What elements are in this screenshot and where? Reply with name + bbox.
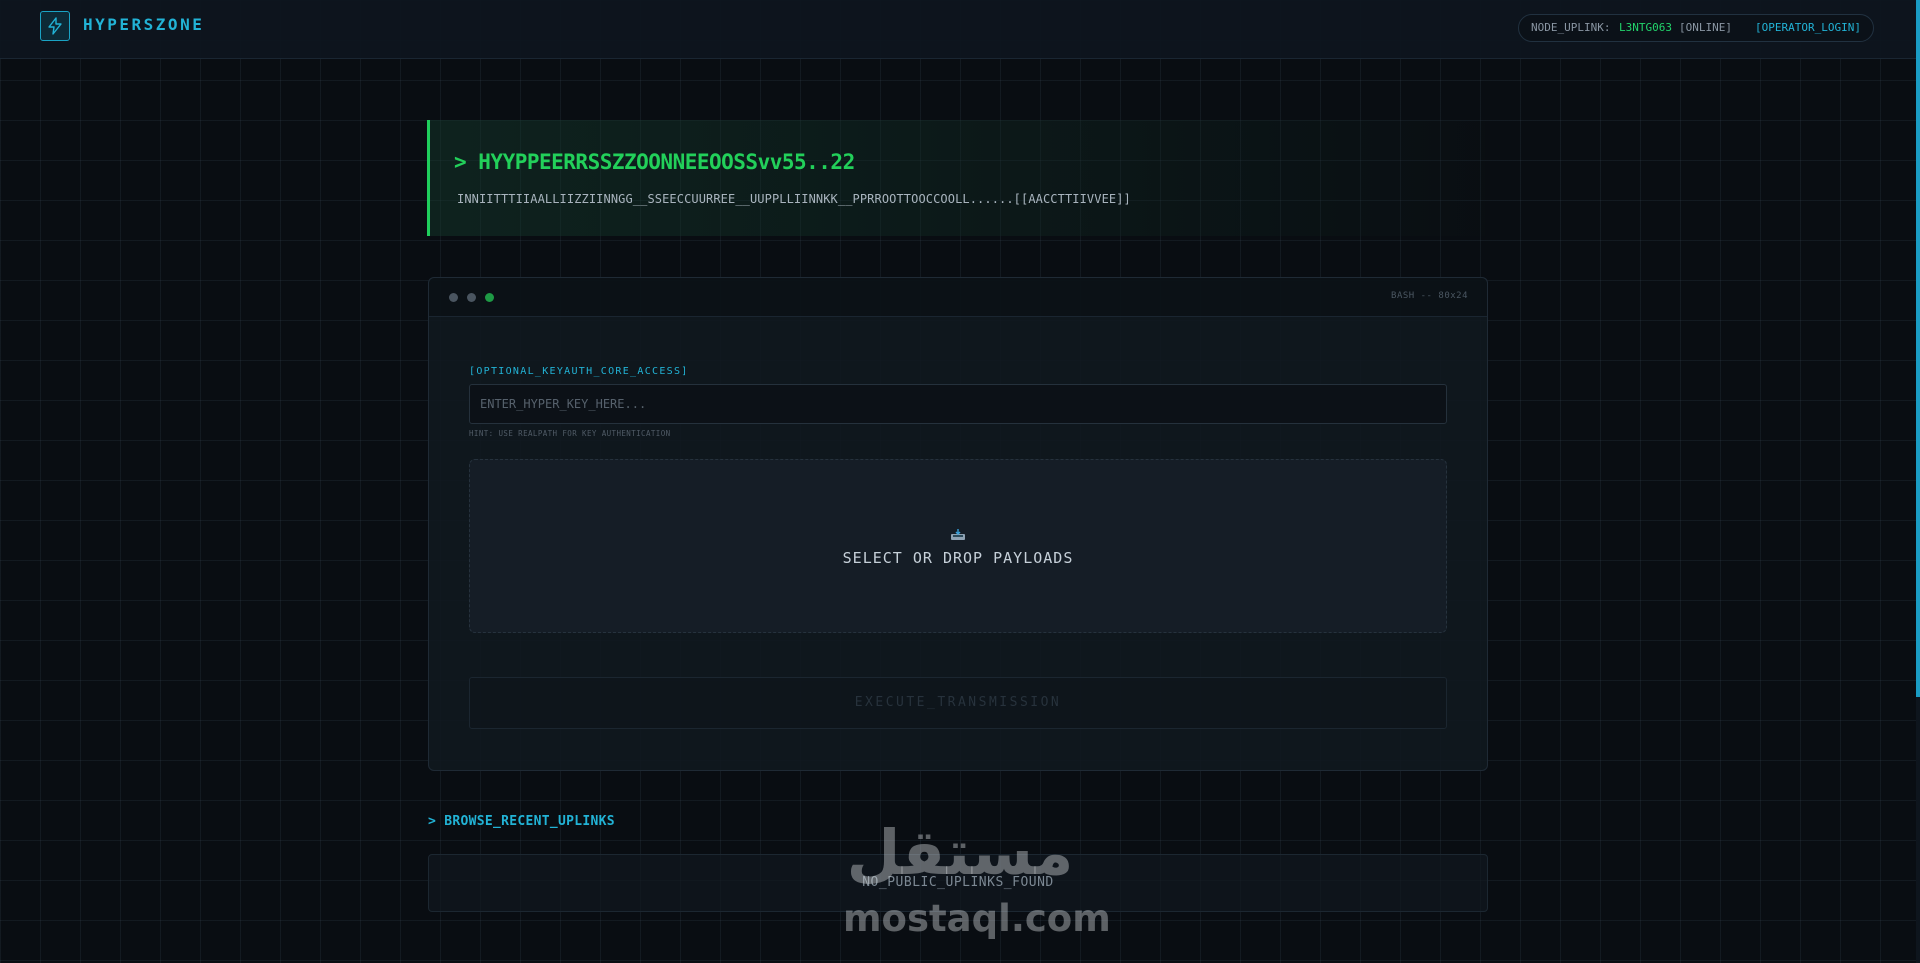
- inbox-tray-icon: [951, 529, 965, 540]
- hero-title: > HYYPPEERRSSZZOONNEEOOSSvv55..22: [454, 150, 855, 174]
- recent-uplinks-heading[interactable]: > BROWSE_RECENT_UPLINKS: [428, 814, 615, 829]
- node-state: [ONLINE]: [1679, 21, 1732, 34]
- terminal-panel: BASH -- 80x24 [OPTIONAL_KEYAUTH_CORE_ACC…: [428, 277, 1488, 771]
- window-dot-close: [449, 293, 458, 302]
- operator-login-link[interactable]: [OPERATOR_LOGIN]: [1755, 15, 1861, 41]
- hyper-key-input[interactable]: [469, 384, 1447, 424]
- payload-dropzone[interactable]: SELECT OR DROP PAYLOADS: [469, 459, 1447, 633]
- watermark-arabic: مستقل: [846, 816, 1074, 889]
- terminal-header: BASH -- 80x24: [429, 278, 1487, 317]
- lightning-bolt-icon: [48, 17, 62, 35]
- top-bar: HYPERSZONE NODE_UPLINK: L3NTG063 [ONLINE…: [0, 0, 1916, 59]
- window-dot-maximize: [485, 293, 494, 302]
- uplink-status-pill: NODE_UPLINK: L3NTG063 [ONLINE] [OPERATOR…: [1518, 14, 1874, 42]
- scrollbar-thumb[interactable]: [1916, 0, 1920, 697]
- window-dot-minimize: [467, 293, 476, 302]
- key-field-label: [OPTIONAL_KEYAUTH_CORE_ACCESS]: [469, 366, 689, 377]
- hero-subtitle: INNIITTTIIAALLIIZZIINNGG__SSEECCUURREE__…: [457, 192, 1131, 206]
- uplink-status-label: NODE_UPLINK:: [1531, 21, 1611, 34]
- brand-name[interactable]: HYPERSZONE: [83, 15, 204, 34]
- hero-banner: > HYYPPEERRSSZZOONNEEOOSSvv55..22 INNIIT…: [427, 120, 1485, 236]
- node-id: L3NTG063: [1619, 21, 1672, 34]
- watermark-latin: mostaql.com: [843, 897, 1111, 940]
- logo[interactable]: [40, 11, 70, 41]
- page: HYPERSZONE NODE_UPLINK: L3NTG063 [ONLINE…: [0, 0, 1920, 963]
- dropzone-label: SELECT OR DROP PAYLOADS: [842, 549, 1074, 567]
- terminal-tag: BASH -- 80x24: [1391, 291, 1468, 301]
- execute-transmission-button[interactable]: EXECUTE_TRANSMISSION: [469, 677, 1447, 729]
- key-hint: HINT: USE REALPATH FOR KEY AUTHENTICATIO…: [469, 429, 671, 438]
